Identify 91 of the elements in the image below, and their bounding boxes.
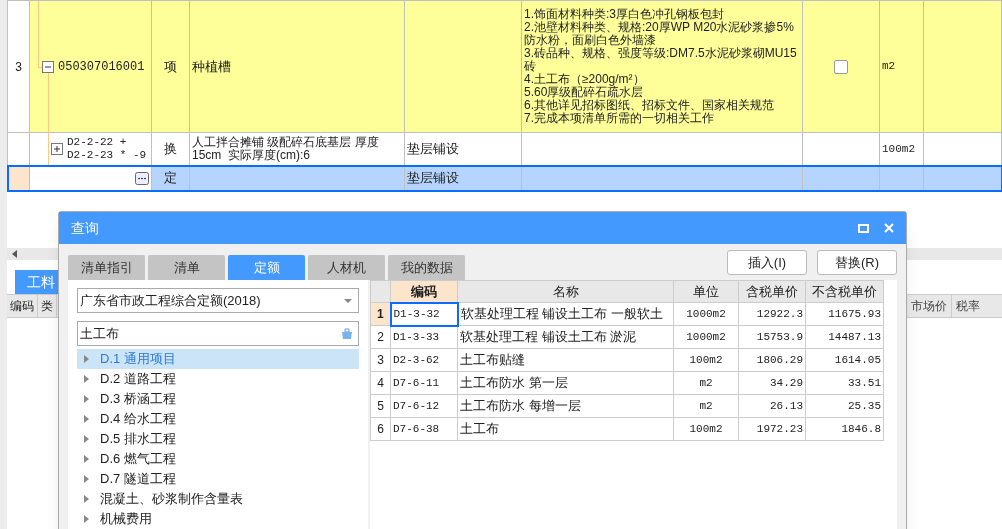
code-cell[interactable]: D7-6-12 bbox=[390, 394, 458, 418]
price-cell: 1846.8 bbox=[805, 417, 884, 441]
item-type: 项 bbox=[151, 0, 190, 133]
scroll-left-icon[interactable] bbox=[11, 250, 19, 258]
close-icon[interactable] bbox=[884, 223, 894, 233]
tree-item[interactable]: D.7 隧道工程 bbox=[77, 469, 359, 489]
column-header[interactable]: 单位 bbox=[673, 280, 739, 303]
column-header[interactable]: 编码 bbox=[390, 280, 458, 303]
row-number: 6 bbox=[370, 417, 391, 441]
expand-arrow-icon[interactable] bbox=[84, 515, 89, 523]
name-cell: 土工布防水 每增一层 bbox=[457, 394, 674, 418]
expand-icon[interactable] bbox=[51, 143, 63, 155]
price-cell: 26.13 bbox=[738, 394, 806, 418]
norm-code: D2-2-22 + D2-2-23 * -9 bbox=[67, 136, 147, 162]
unit-cell: m2 bbox=[673, 371, 739, 395]
work-content: 垫层铺设 bbox=[404, 132, 522, 166]
basket-icon[interactable] bbox=[341, 327, 353, 340]
collapse-icon[interactable] bbox=[42, 60, 54, 73]
tree-item[interactable]: D.6 燃气工程 bbox=[77, 449, 359, 469]
code-cell[interactable]: D7-6-11 bbox=[390, 371, 458, 395]
price-cell: 14487.13 bbox=[805, 325, 884, 349]
name-cell: 土工布 bbox=[457, 417, 674, 441]
edit-type: 定 bbox=[151, 165, 190, 191]
code-cell[interactable]: D1-3-32 bbox=[390, 302, 458, 326]
expand-arrow-icon[interactable] bbox=[84, 395, 89, 403]
more-button[interactable] bbox=[135, 172, 149, 186]
name-cell: 软基处理工程 铺设土工布 一般软土 bbox=[457, 302, 674, 326]
price-cell: 1972.23 bbox=[738, 417, 806, 441]
name-cell: 土工布贴缝 bbox=[457, 348, 674, 372]
column-header[interactable]: 名称 bbox=[457, 280, 674, 303]
column-header: 类 bbox=[38, 295, 57, 317]
expand-arrow-icon[interactable] bbox=[84, 495, 89, 503]
tree-item[interactable]: D.3 桥涵工程 bbox=[77, 389, 359, 409]
price-cell: 33.51 bbox=[805, 371, 884, 395]
dialog-tab[interactable]: 清单 bbox=[148, 255, 225, 280]
unit-cell: 1000m2 bbox=[673, 302, 739, 326]
item-unit: m2 bbox=[879, 0, 924, 133]
item-name: 种植槽 bbox=[189, 0, 405, 133]
code-cell[interactable]: D7-6-38 bbox=[390, 417, 458, 441]
edit-row[interactable]: 定 垫层铺设 bbox=[7, 165, 1002, 191]
unit-cell: 100m2 bbox=[673, 417, 739, 441]
dropdown-caret-icon bbox=[344, 298, 352, 303]
work-content: 垫层铺设 bbox=[404, 165, 522, 191]
unit-cell: m2 bbox=[673, 394, 739, 418]
unit-cell: 1000m2 bbox=[673, 325, 739, 349]
expand-arrow-icon[interactable] bbox=[84, 355, 89, 363]
price-cell: 15753.9 bbox=[738, 325, 806, 349]
item-code: 050307016001 bbox=[58, 58, 145, 76]
price-cell: 11675.93 bbox=[805, 302, 884, 326]
price-cell: 12922.3 bbox=[738, 302, 806, 326]
dialog-button[interactable]: 插入(I) bbox=[727, 250, 807, 275]
expand-arrow-icon[interactable] bbox=[84, 455, 89, 463]
name-cell: 软基处理工程 铺设土工布 淤泥 bbox=[457, 325, 674, 349]
column-header[interactable]: 不含税单价 bbox=[805, 280, 884, 303]
column-header: 编码 bbox=[7, 295, 38, 317]
price-cell: 1806.29 bbox=[738, 348, 806, 372]
expand-arrow-icon[interactable] bbox=[84, 415, 89, 423]
item-features: 1.饰面材料种类:3厚白色冲孔钢板包封 2.池壁材料种类、规格:20厚WP M20水泥砂浆掺5%防水粉，面刷白色外墙漆 3.砖品种、规格、强度等级:DM7.5水泥砂浆砌MU15砖 4.土工布（≥200g/m²） 5.60厚级配碎石疏水层 6.其他详见招标图纸、招标文件、国家相关规范 7.完成本项清单所需的一切相关工作 bbox=[524, 8, 798, 125]
dialog-tab[interactable]: 清单指引 bbox=[68, 255, 145, 280]
dialog-tab[interactable]: 我的数据 bbox=[388, 255, 465, 280]
row-number: 5 bbox=[370, 394, 391, 418]
price-cell: 34.29 bbox=[738, 371, 806, 395]
row-number: 2 bbox=[370, 325, 391, 349]
norm-name: 人工拌合摊铺 级配碎石底基层 厚度 15cm 实际厚度(cm):6 bbox=[192, 136, 380, 162]
column-header[interactable]: 含税单价 bbox=[738, 280, 806, 303]
expand-arrow-icon[interactable] bbox=[84, 475, 89, 483]
library-select[interactable]: 广东省市政工程综合定额(2018) bbox=[77, 288, 359, 313]
name-cell: 土工布防水 第一层 bbox=[457, 371, 674, 395]
tree-item[interactable]: 机械费用 bbox=[77, 509, 359, 529]
row-number: 3 bbox=[370, 348, 391, 372]
row-number: 1 bbox=[370, 302, 391, 326]
tree-item[interactable]: D.4 给水工程 bbox=[77, 409, 359, 429]
tree-item[interactable]: D.5 排水工程 bbox=[77, 429, 359, 449]
code-cell[interactable]: D1-3-33 bbox=[390, 325, 458, 349]
price-cell: 25.35 bbox=[805, 394, 884, 418]
code-cell[interactable]: D2-3-62 bbox=[390, 348, 458, 372]
expand-arrow-icon[interactable] bbox=[84, 435, 89, 443]
tree-item[interactable]: 混凝土、砂浆制作含量表 bbox=[77, 489, 359, 509]
checkbox[interactable] bbox=[834, 60, 848, 75]
column-header: 税率 bbox=[951, 295, 984, 317]
row-number: 3 bbox=[7, 0, 30, 133]
price-cell: 1614.05 bbox=[805, 348, 884, 372]
row-number: 4 bbox=[370, 371, 391, 395]
expand-arrow-icon[interactable] bbox=[84, 375, 89, 383]
dialog-button[interactable]: 替换(R) bbox=[817, 250, 897, 275]
tree-item[interactable]: D.2 道路工程 bbox=[77, 369, 359, 389]
search-field[interactable]: 土工布 bbox=[77, 321, 359, 346]
dialog-tab[interactable]: 人材机 bbox=[308, 255, 385, 280]
dialog-title: 查询 bbox=[71, 218, 99, 238]
unit-cell: 100m2 bbox=[673, 348, 739, 372]
maximize-icon[interactable] bbox=[858, 223, 869, 233]
